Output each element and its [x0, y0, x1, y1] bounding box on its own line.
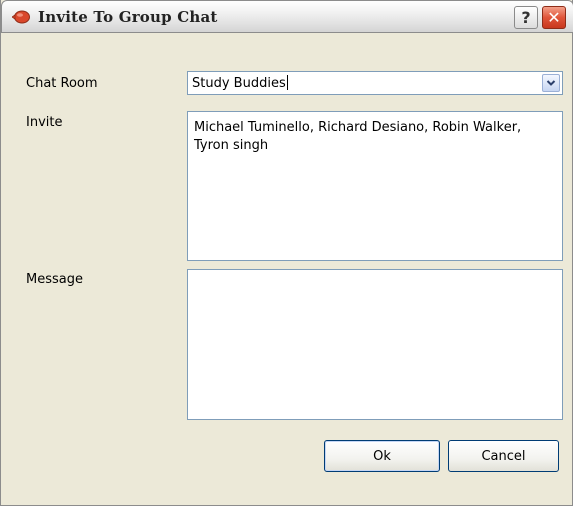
- chat-bubble-icon: [11, 10, 30, 24]
- dialog-title: Invite To Group Chat: [38, 8, 218, 26]
- help-icon: ?: [521, 8, 531, 27]
- chat-room-value[interactable]: Study Buddies: [192, 75, 288, 91]
- title-bar[interactable]: Invite To Group Chat ? ✕: [1, 0, 573, 33]
- text-caret: [286, 75, 288, 90]
- help-button[interactable]: ?: [514, 6, 538, 29]
- cancel-button[interactable]: Cancel: [448, 440, 559, 472]
- chevron-down-icon: [546, 76, 556, 91]
- invite-field[interactable]: Michael Tuminello, Richard Desiano, Robi…: [187, 111, 563, 261]
- chat-room-combobox[interactable]: Study Buddies: [187, 71, 563, 95]
- ok-button[interactable]: Ok: [324, 440, 440, 472]
- chat-room-dropdown-button[interactable]: [542, 74, 560, 92]
- message-label: Message: [26, 272, 83, 287]
- close-button[interactable]: ✕: [542, 6, 566, 29]
- chat-room-label: Chat Room: [26, 76, 98, 91]
- invite-dialog: Invite To Group Chat ? ✕ Chat Room Study…: [0, 0, 573, 506]
- invite-label: Invite: [26, 115, 63, 130]
- close-icon: ✕: [547, 8, 561, 27]
- message-field[interactable]: [187, 269, 563, 420]
